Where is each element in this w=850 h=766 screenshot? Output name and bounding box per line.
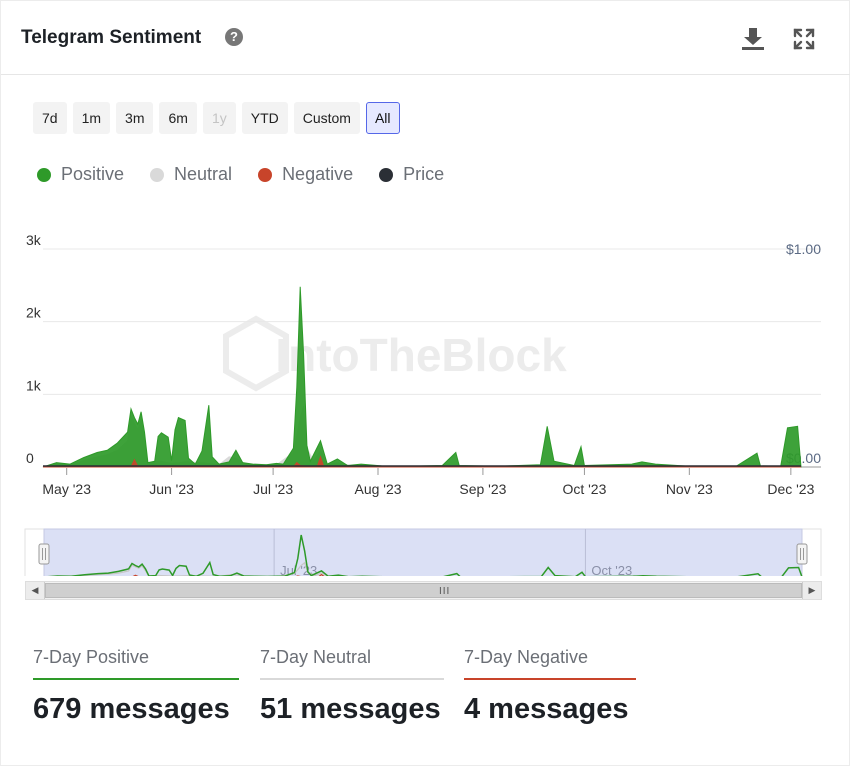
x-tick-label: May '23 — [42, 481, 91, 497]
expand-icon[interactable] — [791, 26, 817, 52]
navigator-mask — [43, 528, 803, 576]
legend-label-positive: Positive — [61, 164, 125, 184]
range-7d-button[interactable]: 7d — [33, 102, 67, 134]
navigator-handle-left — [38, 543, 50, 565]
stat-negative-value: 4 messages — [464, 693, 629, 725]
range-3m-button[interactable]: 3m — [116, 102, 154, 134]
legend-item-positive[interactable]: Positive — [37, 164, 124, 185]
range-6m-button[interactable]: 6m — [159, 102, 197, 134]
stat-positive-value: 679 messages — [33, 693, 230, 725]
range-all-button[interactable]: All — [365, 102, 400, 134]
range-selector: 7d 1m 3m 6m 1y YTD Custom All — [33, 102, 400, 134]
y-tick-label: 0 — [26, 450, 34, 466]
scrollbar-thumb[interactable]: III — [45, 583, 802, 598]
scrollbar-grip: III — [439, 586, 451, 597]
sentiment-card: Telegram Sentiment ? 7d 1m 3m 6m 1y YTD … — [0, 0, 850, 766]
stat-negative-label: 7-Day Negative — [464, 647, 589, 667]
navigator-handle-right — [796, 543, 808, 565]
legend-item-neutral[interactable]: Neutral — [150, 164, 232, 185]
legend-item-price[interactable]: Price — [379, 164, 444, 185]
legend-dot-positive — [37, 167, 51, 182]
stat-positive: 7-Day Positive 679 messages — [33, 646, 239, 726]
x-tick-label: Dec '23 — [767, 481, 814, 497]
legend-label-negative: Negative — [282, 164, 354, 184]
range-custom-button[interactable]: Custom — [293, 102, 360, 134]
legend-dot-price — [379, 167, 394, 182]
seven-day-stats: 7-Day Positive 679 messages 7-Day Neutra… — [33, 646, 833, 736]
watermark-text: IntoTheBlock — [275, 329, 567, 381]
stat-negative: 7-Day Negative 4 messages — [464, 646, 636, 726]
x-tick-label: Jun '23 — [149, 481, 194, 497]
x-tick-label: Sep '23 — [459, 481, 506, 497]
y-tick-label: 2k — [26, 305, 42, 321]
legend-dot-neutral — [150, 167, 165, 182]
navigator-scrollbar[interactable]: ◀ III ▶ — [25, 581, 822, 600]
arrow-left-icon[interactable]: ◀ — [26, 582, 45, 599]
stat-neutral-value: 51 messages — [260, 693, 441, 725]
stat-positive-label: 7-Day Positive — [33, 647, 150, 667]
legend-dot-negative — [258, 167, 273, 182]
legend-label-neutral: Neutral — [174, 164, 233, 184]
question-circle-icon[interactable]: ? — [225, 28, 243, 46]
stat-positive-underline — [33, 678, 239, 680]
stat-neutral-underline — [260, 678, 444, 680]
range-1y-button: 1y — [202, 102, 236, 134]
arrow-right-icon[interactable]: ▶ — [802, 582, 821, 599]
sentiment-chart: IntoTheBlock01k2k3k$0.00$1.00May '23 Jun … — [24, 232, 822, 576]
card-title: Telegram Sentiment — [21, 27, 202, 48]
range-1m-button[interactable]: 1m — [72, 102, 111, 134]
stat-negative-underline — [464, 678, 636, 680]
legend-item-negative[interactable]: Negative — [258, 164, 353, 185]
x-tick-label: Aug '23 — [354, 481, 401, 497]
download-icon[interactable] — [740, 26, 766, 52]
x-tick-label: Oct '23 — [562, 481, 606, 497]
x-tick-label: Jul '23 — [253, 481, 293, 497]
stat-neutral-label: 7-Day Neutral — [260, 647, 372, 667]
stat-neutral: 7-Day Neutral 51 messages — [260, 646, 444, 726]
y-right-tick-label: $1.00 — [786, 241, 821, 257]
y-tick-label: 1k — [26, 377, 42, 393]
y-tick-label: 3k — [26, 232, 42, 248]
range-ytd-button[interactable]: YTD — [241, 102, 288, 134]
x-tick-label: Nov '23 — [666, 481, 713, 497]
legend-label-price: Price — [403, 164, 445, 184]
navigator-label: Oct '23 — [591, 563, 632, 576]
card-header: Telegram Sentiment ? — [1, 1, 850, 75]
chart-legend: Positive Neutral Negative Price — [37, 164, 470, 185]
